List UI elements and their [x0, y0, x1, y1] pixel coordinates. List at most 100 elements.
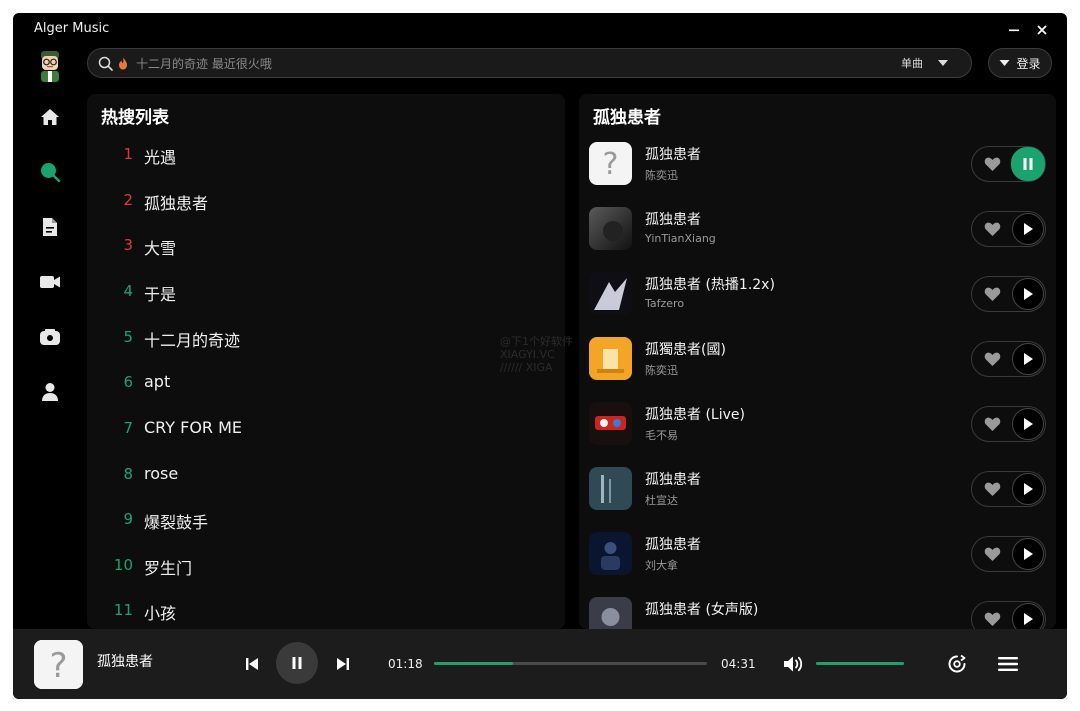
hot-rank: 11: [113, 601, 133, 619]
sidebar-item-radio[interactable]: [35, 322, 65, 352]
song-item[interactable]: 孤独患者 杜宣达: [579, 459, 1056, 519]
heart-icon[interactable]: [984, 611, 1001, 627]
sidebar-item-home[interactable]: [35, 102, 65, 132]
hot-rank: 10: [113, 556, 133, 574]
play-icon: [1024, 613, 1033, 625]
hot-item[interactable]: 6 apt: [87, 363, 565, 403]
volume-slider[interactable]: [816, 662, 904, 665]
song-artist[interactable]: 杜宣达: [645, 492, 678, 508]
total-time: 04:31: [721, 657, 756, 671]
search-bar[interactable]: 单曲: [87, 48, 972, 78]
hot-item[interactable]: 5 十二月的奇迹: [87, 318, 565, 358]
watermark-line: ////// XIGA: [500, 361, 553, 374]
song-item[interactable]: 孤独患者 (女声版): [579, 589, 1056, 629]
search-input[interactable]: [134, 53, 838, 75]
album-cover-image: [589, 272, 632, 315]
heart-icon[interactable]: [984, 416, 1001, 432]
minimize-icon: [1009, 29, 1019, 32]
song-item[interactable]: ? 孤独患者 陈奕迅: [579, 134, 1056, 194]
search-type-label: 单曲: [901, 57, 923, 70]
search-nav-icon: [41, 163, 61, 183]
hot-item[interactable]: 11 小孩: [87, 591, 565, 629]
hot-rank: 3: [123, 236, 133, 254]
avatar[interactable]: [37, 49, 63, 83]
song-item[interactable]: 孤独患者 YinTianXiang: [579, 199, 1056, 259]
search-results-panel: 孤独患者 ? 孤独患者 陈奕迅 孤独患者 YinTianXiang 孤独患者 (…: [579, 94, 1056, 629]
song-actions: [971, 406, 1046, 442]
song-cover: [589, 597, 632, 629]
minimize-button[interactable]: [1003, 19, 1025, 41]
previous-button[interactable]: [241, 653, 263, 675]
hot-item[interactable]: 1 光遇: [87, 135, 565, 175]
heart-icon[interactable]: [984, 546, 1001, 562]
song-artist[interactable]: 陈奕迅: [645, 362, 678, 378]
hot-item[interactable]: 8 rose: [87, 455, 565, 495]
song-artist[interactable]: 陈奕迅: [645, 167, 678, 183]
song-item[interactable]: 孤独患者 (热播1.2x) Tafzero: [579, 264, 1056, 324]
play-mode-button[interactable]: [945, 652, 969, 676]
play-button[interactable]: [1012, 278, 1044, 310]
hot-name: rose: [144, 464, 179, 483]
sidebar-item-video[interactable]: [35, 267, 65, 297]
song-cover: [589, 402, 632, 445]
svg-text:?: ?: [49, 646, 67, 686]
login-button[interactable]: 登录: [988, 48, 1052, 78]
heart-icon[interactable]: [984, 286, 1001, 302]
next-button[interactable]: [332, 653, 354, 675]
sidebar-item-user[interactable]: [35, 377, 65, 407]
song-artist[interactable]: Tafzero: [645, 297, 684, 310]
hot-item[interactable]: 10 罗生门: [87, 546, 565, 586]
song-actions: [971, 471, 1046, 507]
now-playing-cover[interactable]: ?: [34, 640, 83, 689]
volume-button[interactable]: [781, 652, 805, 676]
heart-icon[interactable]: [984, 351, 1001, 367]
album-cover-image: [589, 207, 632, 250]
volume-fill: [816, 662, 904, 665]
song-actions: [971, 146, 1046, 182]
song-actions: [971, 601, 1046, 629]
close-button[interactable]: [1031, 19, 1053, 41]
play-icon: [1024, 418, 1033, 430]
hot-item[interactable]: 7 CRY FOR ME: [87, 409, 565, 449]
hot-rank: 9: [123, 510, 133, 528]
sidebar-item-search[interactable]: [35, 157, 65, 187]
hot-name: 于是: [144, 285, 177, 304]
flame-icon: [119, 57, 127, 70]
song-actions: [971, 276, 1046, 312]
watermark-line: @下1个好软件: [500, 335, 573, 348]
song-artist[interactable]: 毛不易: [645, 427, 678, 443]
song-artist[interactable]: 刘大拿: [645, 557, 678, 573]
progress-slider[interactable]: [434, 662, 707, 665]
hot-item[interactable]: 3 大雪: [87, 226, 565, 266]
login-label: 登录: [1016, 56, 1041, 71]
play-button[interactable]: [1012, 343, 1044, 375]
play-button[interactable]: [1012, 473, 1044, 505]
play-button[interactable]: [1012, 603, 1044, 629]
search-type-dropdown[interactable]: 单曲: [901, 55, 949, 71]
sidebar-item-playlist[interactable]: [35, 212, 65, 242]
play-pause-button[interactable]: [276, 642, 318, 684]
playlist-button[interactable]: [995, 652, 1021, 676]
sidebar: [13, 45, 87, 627]
hot-item[interactable]: 2 孤独患者: [87, 181, 565, 221]
play-button[interactable]: [1012, 213, 1044, 245]
song-item[interactable]: 孤独患者 刘大拿: [579, 524, 1056, 584]
video-icon: [40, 276, 60, 288]
heart-icon[interactable]: [984, 481, 1001, 497]
user-icon: [42, 383, 58, 401]
play-button[interactable]: [1012, 408, 1044, 440]
hot-item[interactable]: 9 爆裂鼓手: [87, 500, 565, 540]
hot-item[interactable]: 4 于是: [87, 272, 565, 312]
song-item[interactable]: 孤獨患者(國) 陈奕迅: [579, 329, 1056, 389]
song-item[interactable]: 孤独患者 (Live) 毛不易: [579, 394, 1056, 454]
watermark-line: XIAGYI.VC: [500, 348, 555, 361]
play-button[interactable]: [1012, 538, 1044, 570]
app-title: Alger Music: [34, 21, 110, 36]
close-icon: [1037, 25, 1047, 35]
home-icon: [41, 109, 59, 125]
pause-button[interactable]: [1011, 147, 1045, 181]
song-artist[interactable]: YinTianXiang: [645, 232, 716, 245]
progress-fill: [434, 662, 514, 665]
heart-icon[interactable]: [984, 221, 1001, 237]
heart-icon[interactable]: [984, 156, 1001, 172]
